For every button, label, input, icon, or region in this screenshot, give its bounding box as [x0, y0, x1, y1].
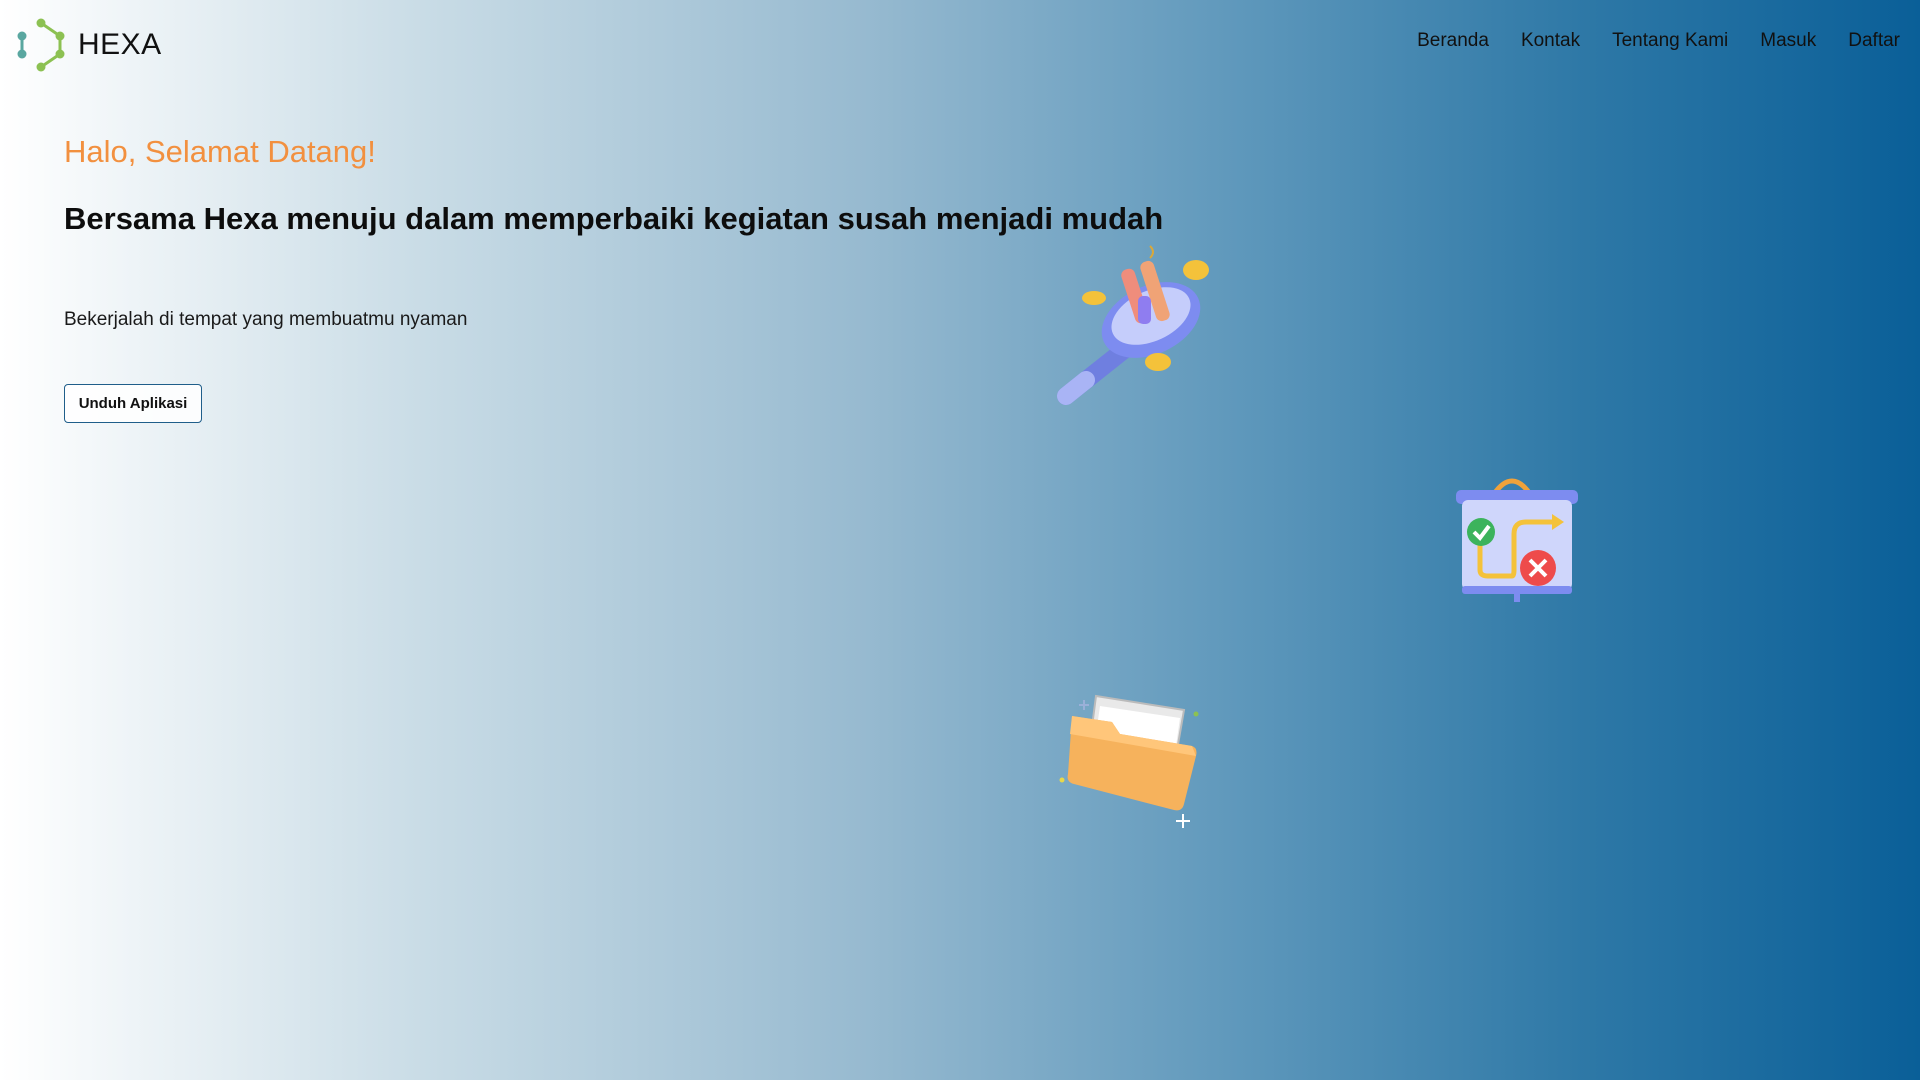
download-app-button[interactable]: Unduh Aplikasi — [64, 384, 202, 423]
nav-link-masuk[interactable]: Masuk — [1760, 30, 1816, 52]
hero-subtitle: Bekerjalah di tempat yang membuatmu nyam… — [64, 309, 468, 330]
hexagon-dots-logo-icon — [17, 18, 65, 72]
brand-name: HEXA — [78, 28, 162, 61]
nav-link-kontak[interactable]: Kontak — [1521, 30, 1580, 52]
nav-link-daftar[interactable]: Daftar — [1848, 30, 1900, 52]
nav-link-tentang-kami[interactable]: Tentang Kami — [1612, 30, 1728, 52]
hero-headline: Bersama Hexa menuju dalam memperbaiki ke… — [64, 201, 1164, 236]
folder-icon — [1059, 694, 1199, 828]
presentation-board-icon — [1456, 478, 1578, 602]
top-navbar: HEXA Beranda Kontak Tentang Kami Masuk D… — [0, 0, 1920, 88]
brand-logo[interactable]: HEXA — [14, 18, 162, 72]
greeting-text: Halo, Selamat Datang! — [64, 134, 376, 169]
nav-link-beranda[interactable]: Beranda — [1417, 30, 1489, 52]
nav-menu: Beranda Kontak Tentang Kami Masuk Daftar — [1417, 30, 1900, 52]
magnifier-chart-icon — [1057, 245, 1209, 405]
